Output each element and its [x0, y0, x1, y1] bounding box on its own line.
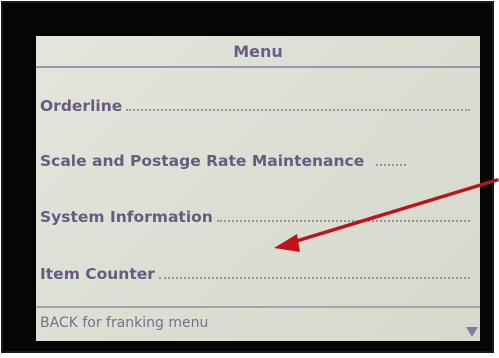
lcd-screen: Menu Orderline Scale and Postage Rate Ma… — [36, 36, 480, 341]
dotted-leader — [376, 164, 407, 166]
dotted-leader — [158, 277, 470, 279]
menu-item-system-information[interactable]: System Information — [40, 203, 470, 231]
back-hint-text: BACK for franking menu — [40, 315, 209, 331]
dotted-leader — [126, 109, 470, 111]
menu-item-label: System Information — [40, 208, 213, 226]
menu-item-scale-postage[interactable]: Scale and Postage Rate Maintenance — [40, 147, 470, 175]
menu-item-label: Orderline — [40, 97, 123, 115]
triangle-down-icon[interactable] — [466, 327, 478, 337]
menu-item-label: Scale and Postage Rate Maintenance — [40, 152, 365, 170]
menu-title: Menu — [36, 36, 480, 68]
menu-item-label: Item Counter — [40, 265, 155, 283]
back-hint: BACK for franking menu — [36, 306, 480, 341]
dotted-leader — [216, 220, 470, 222]
menu-item-counter[interactable]: Item Counter — [40, 260, 470, 288]
menu-item-orderline[interactable]: Orderline — [40, 92, 470, 120]
device-bezel: Menu Orderline Scale and Postage Rate Ma… — [1, 1, 494, 353]
